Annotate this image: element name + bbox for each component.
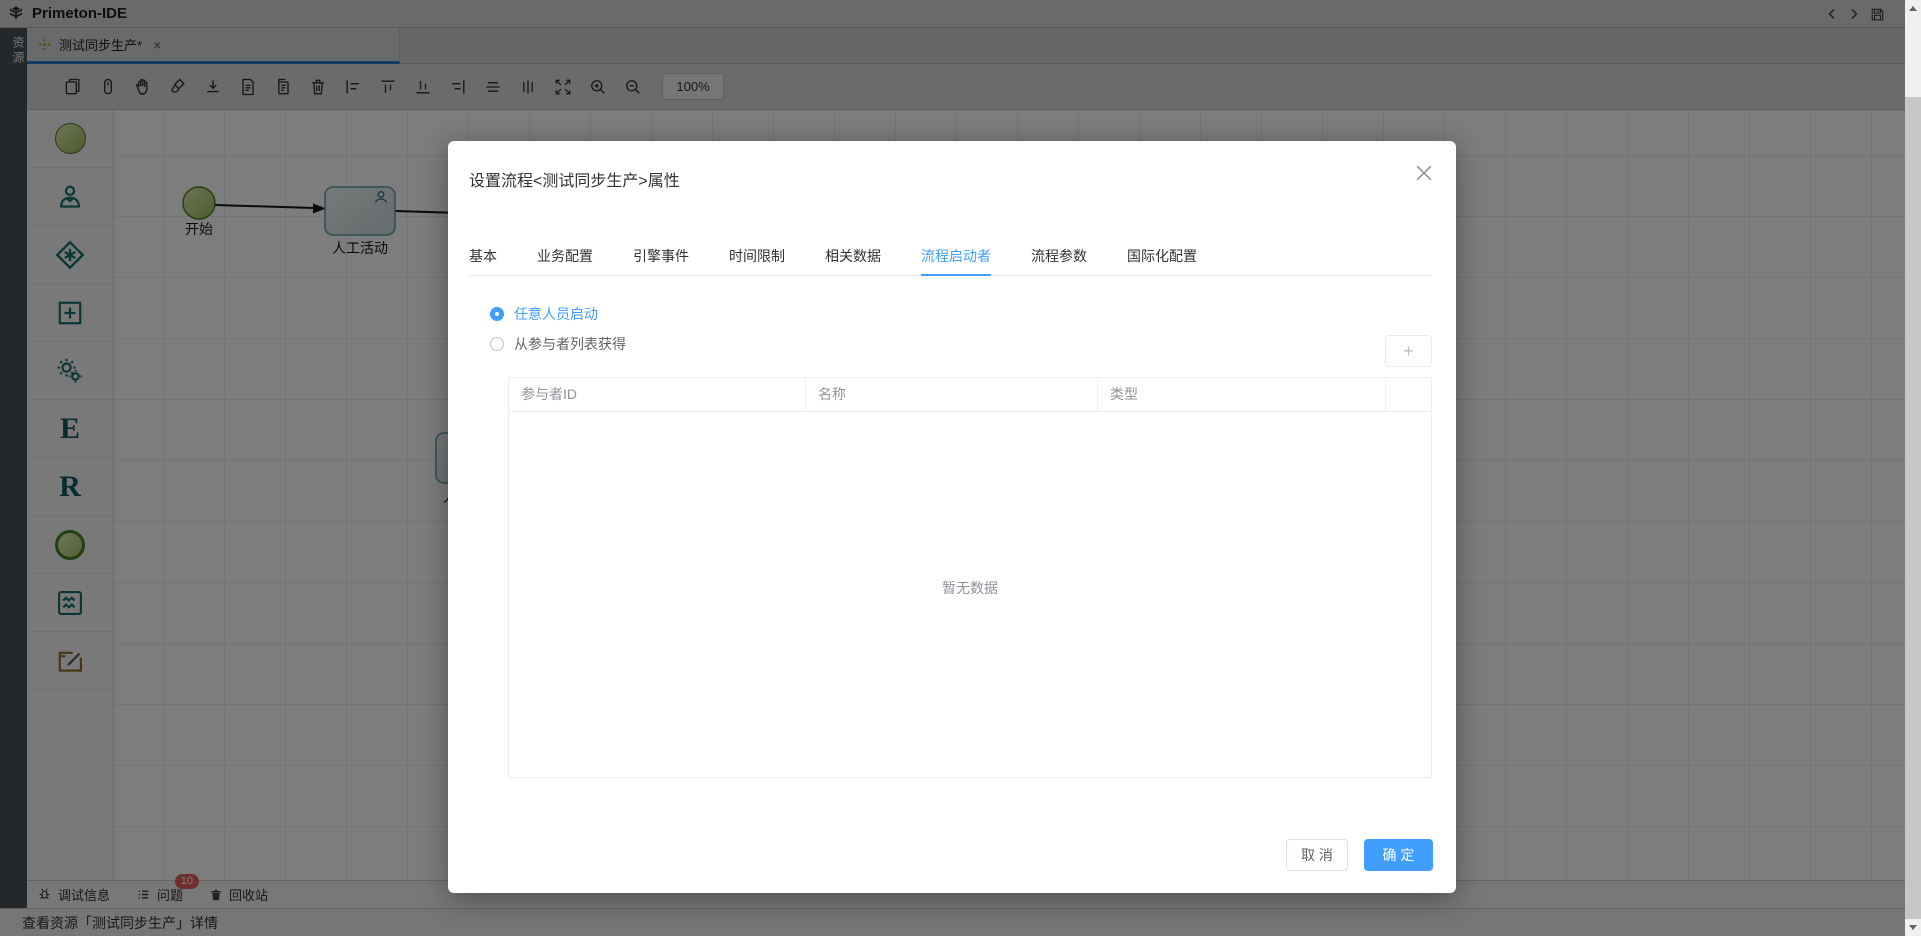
participants-table: 参与者ID 名称 类型 暂无数据 — [508, 377, 1432, 778]
column-participant-id: 参与者ID — [509, 378, 806, 411]
dialog-close-icon[interactable] — [1416, 165, 1432, 181]
radio-from-participant-list[interactable]: 从参与者列表获得 — [490, 334, 626, 354]
cancel-button[interactable]: 取 消 — [1286, 839, 1348, 871]
radio-any-user-start[interactable]: 任意人员启动 — [490, 304, 598, 324]
dialog-footer: 取 消 确 定 — [1286, 839, 1433, 871]
tab-process-params[interactable]: 流程参数 — [1031, 239, 1087, 276]
tab-i18n-config[interactable]: 国际化配置 — [1127, 239, 1197, 276]
tab-process-initiator[interactable]: 流程启动者 — [921, 239, 991, 276]
column-name: 名称 — [806, 378, 1098, 411]
table-empty-text: 暂无数据 — [509, 578, 1431, 598]
tab-basic[interactable]: 基本 — [469, 239, 497, 276]
scrollbar-down-arrow[interactable] — [1905, 919, 1921, 936]
radio-checked-icon[interactable] — [490, 307, 504, 321]
table-header-row: 参与者ID 名称 类型 — [509, 378, 1431, 412]
column-type: 类型 — [1098, 378, 1386, 411]
radio-participant-list-label: 从参与者列表获得 — [514, 334, 626, 354]
process-properties-dialog: 设置流程<测试同步生产>属性 基本 业务配置 引擎事件 时间限制 相关数据 流程… — [448, 141, 1456, 893]
tab-engine-events[interactable]: 引擎事件 — [633, 239, 689, 276]
scrollbar-up-arrow[interactable] — [1905, 0, 1921, 17]
dialog-title: 设置流程<测试同步生产>属性 — [469, 167, 680, 191]
vertical-scrollbar[interactable] — [1905, 0, 1921, 936]
add-participant-button[interactable]: + — [1385, 335, 1432, 367]
tab-related-data[interactable]: 相关数据 — [825, 239, 881, 276]
radio-any-user-label: 任意人员启动 — [514, 304, 598, 324]
tab-business-config[interactable]: 业务配置 — [537, 239, 593, 276]
dialog-tab-bar: 基本 业务配置 引擎事件 时间限制 相关数据 流程启动者 流程参数 国际化配置 — [469, 239, 1432, 276]
column-actions — [1386, 378, 1431, 411]
radio-unchecked-icon[interactable] — [490, 337, 504, 351]
application-window: 开始 人工活动 人工活动 Primeton-IDE — [0, 0, 1921, 936]
confirm-button[interactable]: 确 定 — [1364, 839, 1433, 871]
tab-time-limit[interactable]: 时间限制 — [729, 239, 785, 276]
scrollbar-thumb[interactable] — [1905, 17, 1921, 97]
